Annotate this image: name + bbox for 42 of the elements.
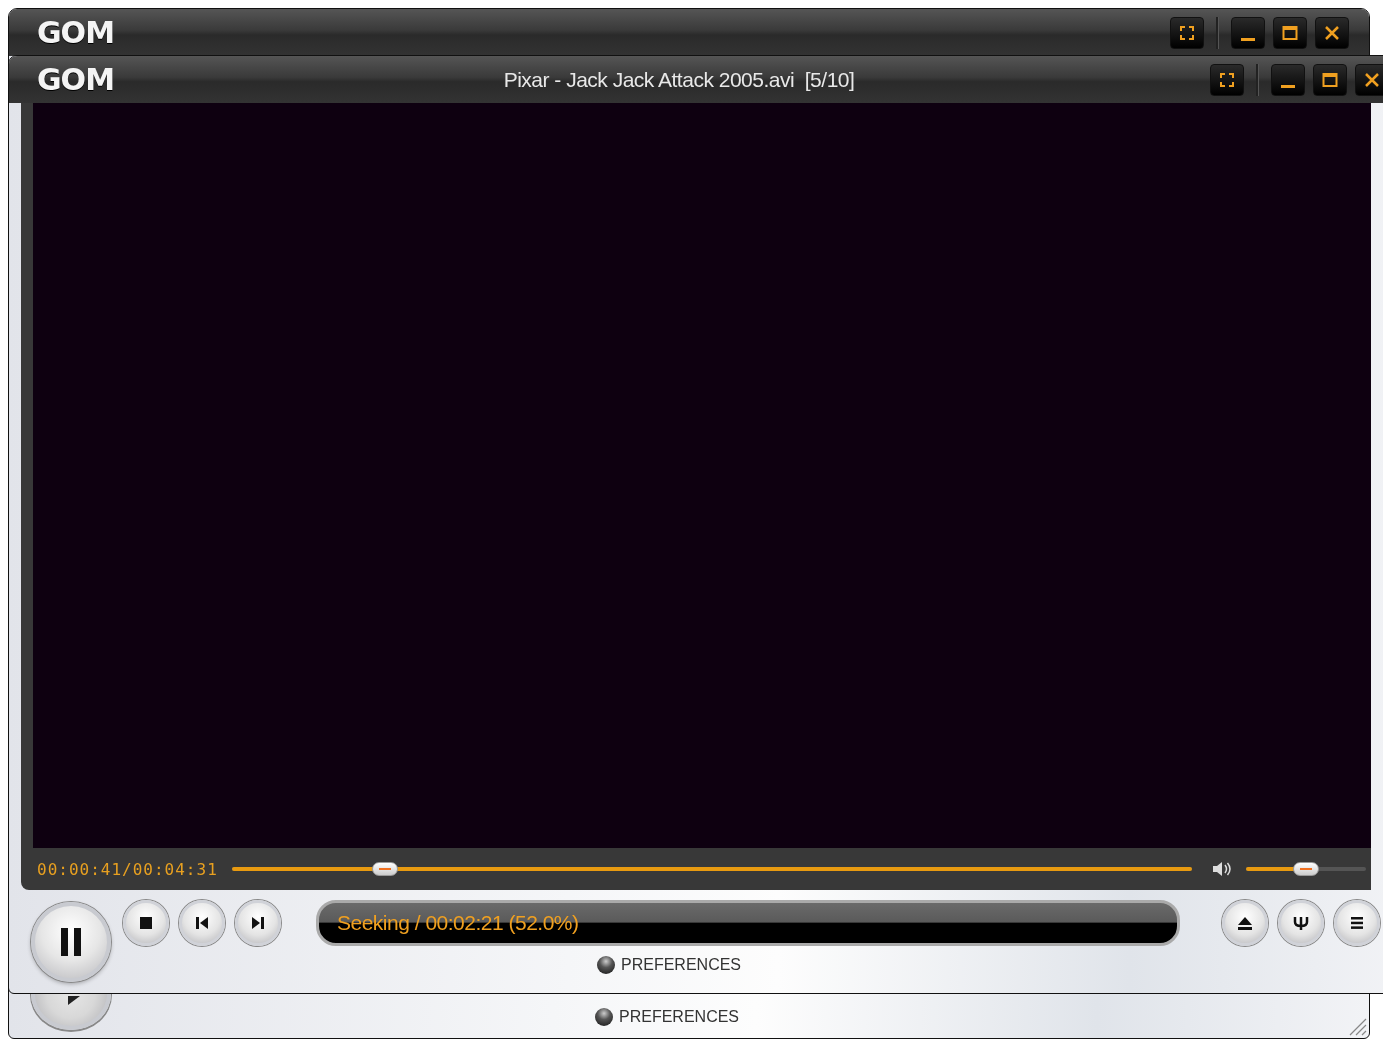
previous-button[interactable]	[179, 900, 225, 946]
status-display: Seeking / 00:02:21 (52.0%)	[316, 900, 1180, 946]
menu-icon	[1350, 916, 1364, 930]
preferences-button[interactable]: PREFERENCES	[597, 956, 742, 974]
next-icon	[251, 916, 265, 930]
minimize-button[interactable]	[1231, 16, 1265, 49]
close-icon	[1363, 70, 1381, 89]
trident-icon	[1293, 915, 1309, 931]
maximize-button[interactable]	[1313, 63, 1347, 96]
minimize-button[interactable]	[1271, 63, 1305, 96]
pause-icon	[59, 927, 83, 957]
stop-icon	[139, 916, 153, 930]
speaker-icon[interactable]	[1211, 861, 1232, 877]
previous-icon	[195, 916, 209, 930]
close-button[interactable]	[1315, 16, 1349, 49]
close-icon	[1323, 23, 1341, 42]
maximize-icon	[1321, 70, 1339, 89]
time-display: 00:00:41/00:04:31	[37, 859, 218, 879]
volume-slider-thumb[interactable]	[1292, 862, 1319, 876]
play-icon	[68, 996, 80, 1005]
maximize-button[interactable]	[1273, 16, 1307, 49]
seek-slider-thumb[interactable]	[372, 862, 399, 876]
fullscreen-icon	[1179, 24, 1195, 41]
minimize-icon	[1241, 37, 1255, 41]
next-button[interactable]	[235, 900, 281, 946]
preferences-button[interactable]: PREFERENCES	[595, 1008, 740, 1026]
play-button[interactable]	[31, 994, 111, 1030]
eject-button[interactable]	[1222, 900, 1268, 946]
window-title: Pixar - Jack Jack Attack 2005.avi [5/10]	[502, 67, 856, 92]
fullscreen-button[interactable]	[1210, 63, 1244, 96]
trident-icon-button[interactable]	[1278, 900, 1324, 946]
fullscreen-button[interactable]	[1170, 16, 1204, 49]
fullscreen-icon	[1219, 71, 1235, 88]
close-button[interactable]	[1355, 63, 1383, 96]
minimize-icon	[1281, 84, 1295, 88]
menu-button[interactable]	[1334, 900, 1380, 946]
maximize-icon	[1281, 23, 1299, 42]
pause-button[interactable]	[31, 902, 111, 982]
stop-button[interactable]	[123, 900, 169, 946]
logo: GOM	[37, 62, 114, 97]
eject-icon	[1237, 916, 1253, 930]
logo: GOM	[37, 15, 114, 50]
